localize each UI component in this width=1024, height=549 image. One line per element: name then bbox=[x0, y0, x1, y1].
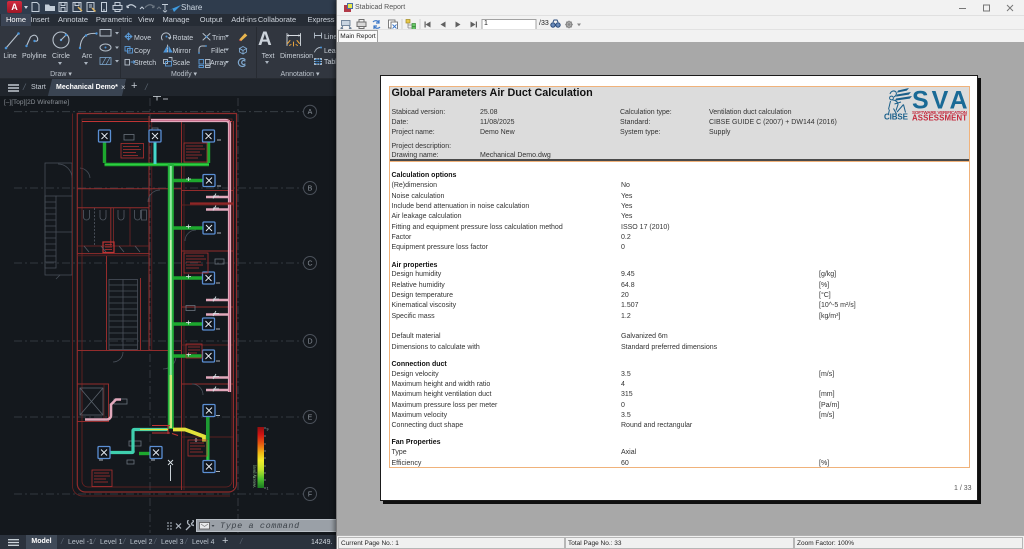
svg-text:ASSESSMENT: ASSESSMENT bbox=[912, 114, 967, 123]
svg-text:A: A bbox=[308, 109, 313, 116]
svg-text:1: 1 bbox=[267, 487, 269, 491]
svg-text:Velocity [m/s]: Velocity [m/s] bbox=[253, 465, 257, 487]
svg-text:9: 9 bbox=[267, 428, 269, 432]
svg-text:E: E bbox=[308, 415, 313, 422]
svg-text:D: D bbox=[307, 339, 312, 346]
svg-text:B: B bbox=[308, 186, 313, 193]
svg-text:C: C bbox=[307, 261, 312, 268]
svg-text:F: F bbox=[308, 492, 312, 499]
svg-text:CIBSE: CIBSE bbox=[884, 113, 909, 122]
